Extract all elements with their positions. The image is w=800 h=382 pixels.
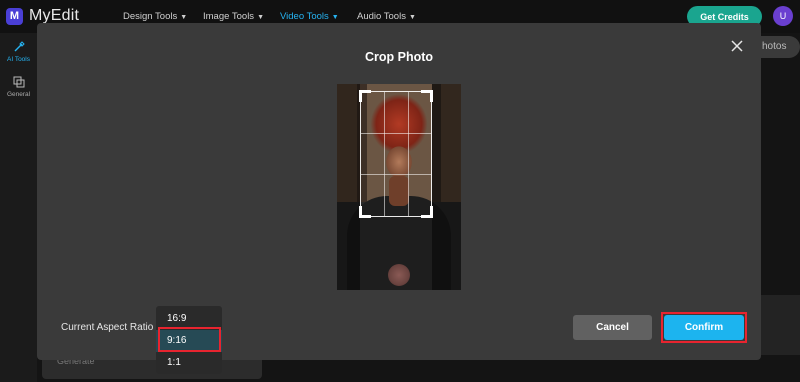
chevron-down-icon: ▼ bbox=[331, 14, 339, 21]
nav-image-tools[interactable]: Image Tools ▼ bbox=[203, 11, 264, 22]
confirm-button[interactable]: Confirm bbox=[664, 315, 744, 340]
nav-label: Image Tools bbox=[203, 11, 255, 22]
nav-audio-tools[interactable]: Audio Tools ▼ bbox=[357, 11, 416, 22]
sidebar-item-ai-tools[interactable]: AI Tools bbox=[0, 41, 37, 63]
crop-handle-bottom-left[interactable] bbox=[359, 206, 371, 218]
avatar[interactable]: U bbox=[773, 6, 793, 26]
nav-label: Video Tools bbox=[280, 11, 329, 22]
left-sidebar: AI Tools General bbox=[0, 33, 37, 382]
sidebar-item-general[interactable]: General bbox=[0, 76, 37, 98]
magic-wand-icon bbox=[14, 41, 25, 52]
dialog-title: Crop Photo bbox=[364, 50, 434, 64]
crop-handle-top-left[interactable] bbox=[359, 90, 371, 102]
crop-preview-image bbox=[337, 84, 461, 290]
crop-grid-line bbox=[361, 174, 431, 175]
crop-handle-bottom-right[interactable] bbox=[421, 206, 433, 218]
crop-mask-left bbox=[337, 84, 360, 290]
crop-grid-line bbox=[408, 92, 409, 216]
chevron-down-icon: ▼ bbox=[408, 14, 416, 21]
aspect-ratio-dropdown: 16:9 9:16 1:1 bbox=[156, 306, 222, 374]
layers-icon bbox=[13, 76, 24, 88]
chevron-down-icon: ▼ bbox=[257, 14, 264, 21]
crop-photo-dialog: Crop Photo Current Aspect Ratio 16:9 9:1… bbox=[37, 23, 761, 374]
crop-grid-line bbox=[384, 92, 385, 216]
crop-handle-top-right[interactable] bbox=[421, 90, 433, 102]
nav-label: Design Tools bbox=[123, 11, 178, 22]
nav-label: Audio Tools bbox=[357, 11, 406, 22]
logo-mark: M bbox=[6, 7, 23, 25]
photo-rose-detail bbox=[388, 264, 410, 286]
sidebar-item-label: General bbox=[6, 91, 31, 98]
crop-grid-line bbox=[361, 133, 431, 134]
crop-mask-right bbox=[432, 84, 461, 290]
nav-design-tools[interactable]: Design Tools ▼ bbox=[123, 11, 187, 22]
crop-selection-box[interactable] bbox=[359, 90, 433, 218]
background-side-panel bbox=[760, 295, 800, 355]
aspect-ratio-label: Current Aspect Ratio bbox=[61, 322, 154, 333]
close-icon[interactable] bbox=[729, 38, 745, 54]
ratio-option-1-1[interactable]: 1:1 bbox=[156, 352, 222, 374]
sidebar-item-label: AI Tools bbox=[6, 56, 30, 63]
ratio-option-9-16[interactable]: 9:16 bbox=[156, 330, 222, 352]
ratio-option-16-9[interactable]: 16:9 bbox=[156, 308, 222, 330]
nav-video-tools[interactable]: Video Tools ▼ bbox=[280, 11, 339, 22]
chevron-down-icon: ▼ bbox=[180, 14, 188, 21]
cancel-button[interactable]: Cancel bbox=[573, 315, 652, 340]
